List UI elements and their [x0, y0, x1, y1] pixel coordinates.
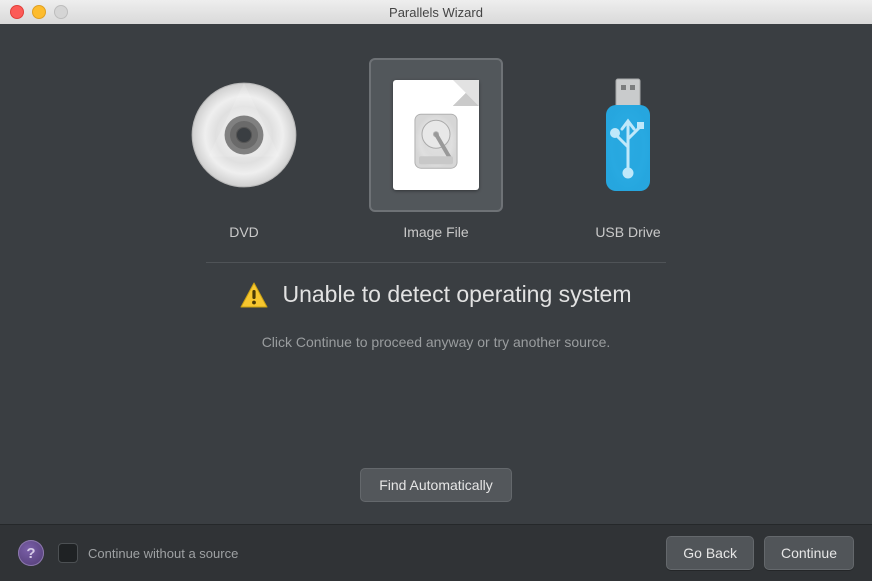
continue-button[interactable]: Continue	[764, 536, 854, 570]
warning-row: Unable to detect operating system	[0, 281, 872, 308]
file-icon	[393, 80, 479, 190]
continue-without-source-checkbox[interactable]	[58, 543, 78, 563]
harddrive-icon	[409, 108, 463, 172]
source-usb-label: USB Drive	[595, 224, 660, 240]
window-titlebar: Parallels Wizard	[0, 0, 872, 25]
go-back-button[interactable]: Go Back	[666, 536, 754, 570]
window-title: Parallels Wizard	[0, 5, 872, 20]
source-dvd-label: DVD	[229, 224, 259, 240]
warning-subtext: Click Continue to proceed anyway or try …	[0, 334, 872, 350]
source-image-label: Image File	[403, 224, 468, 240]
help-button[interactable]: ?	[18, 540, 44, 566]
usb-icon	[596, 75, 660, 195]
warning-heading: Unable to detect operating system	[282, 281, 631, 308]
divider	[206, 262, 666, 263]
source-usb-box	[561, 58, 695, 212]
source-image-box	[369, 58, 503, 212]
cd-icon	[190, 81, 298, 189]
source-dvd-box	[177, 58, 311, 212]
find-automatically-button[interactable]: Find Automatically	[360, 468, 512, 502]
source-usb[interactable]: USB Drive	[558, 58, 698, 240]
warning-icon	[240, 282, 268, 308]
continue-without-source-label: Continue without a source	[88, 546, 238, 561]
wizard-body: DVD Image File	[0, 24, 872, 525]
source-dvd[interactable]: DVD	[174, 58, 314, 240]
source-options: DVD Image File	[0, 58, 872, 240]
source-image[interactable]: Image File	[366, 58, 506, 240]
footer-bar: ? Continue without a source Go Back Cont…	[0, 524, 872, 581]
